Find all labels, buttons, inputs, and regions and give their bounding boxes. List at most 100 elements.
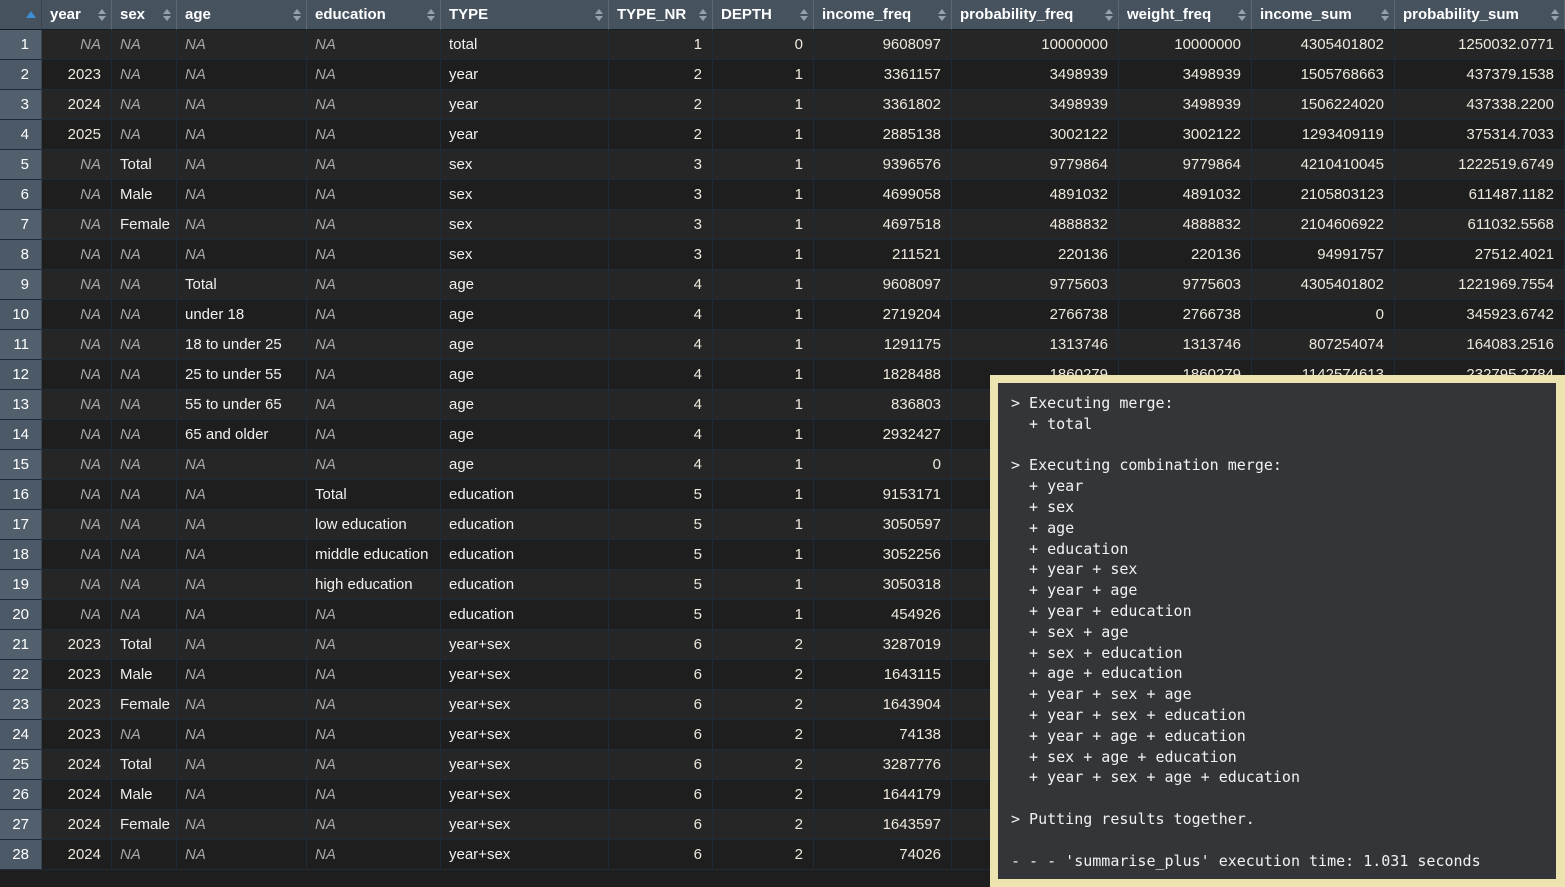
cell-value: 0 (795, 36, 803, 53)
cell-probability_sum: 375314.7033 (1395, 120, 1565, 150)
cell-income_sum: 4305401802 (1252, 30, 1395, 60)
table-header-row: yearsexageeducationTYPETYPE_NRDEPTHincom… (0, 0, 1565, 30)
table-row[interactable]: 22023NANANAyear2133611573498939349893915… (0, 60, 1565, 90)
console-output-panel[interactable]: > Executing merge: + total > Executing c… (990, 375, 1565, 887)
column-header-probability_freq[interactable]: probability_freq (952, 0, 1119, 30)
cell-DEPTH: 1 (713, 390, 814, 420)
na-value: NA (120, 516, 141, 533)
table-row[interactable]: 32024NANANAyear2133618023498939349893915… (0, 90, 1565, 120)
cell-weight_freq: 220136 (1119, 240, 1252, 270)
column-header-TYPE[interactable]: TYPE (441, 0, 609, 30)
cell-value: 9775603 (1183, 276, 1241, 293)
na-value: NA (80, 216, 101, 233)
cell-year: NA (42, 420, 112, 450)
row-number: 6 (0, 180, 42, 210)
cell-value: 611487.1182 (1469, 186, 1554, 203)
na-value: NA (80, 456, 101, 473)
cell-age: 25 to under 55 (177, 360, 307, 390)
column-header-label: income_sum (1260, 6, 1352, 23)
cell-value: 4888832 (1050, 216, 1108, 233)
table-row[interactable]: 8NANANANAsex3121152122013622013694991757… (0, 240, 1565, 270)
na-value: NA (315, 696, 336, 713)
cell-value: 2 (795, 696, 803, 713)
cell-TYPE: year (441, 120, 609, 150)
sort-icon (595, 9, 603, 21)
table-row[interactable]: 6NAMaleNANAsex31469905848910324891032210… (0, 180, 1565, 210)
cell-value: 4 (694, 336, 702, 353)
cell-sex: Female (112, 810, 177, 840)
cell-probability_freq: 9775603 (952, 270, 1119, 300)
cell-value: 6 (694, 756, 702, 773)
table-row[interactable]: 10NANAunder 18NAage412719204276673827667… (0, 300, 1565, 330)
cell-value: 2 (795, 756, 803, 773)
cell-income_freq: 3361157 (814, 60, 952, 90)
cell-value: year (449, 126, 478, 143)
column-header-DEPTH[interactable]: DEPTH (713, 0, 814, 30)
cell-value: 1 (795, 306, 803, 323)
cell-age: NA (177, 450, 307, 480)
row-number: 24 (0, 720, 42, 750)
cell-value: 27512.4021 (1475, 246, 1554, 263)
cell-DEPTH: 2 (713, 810, 814, 840)
row-number: 4 (0, 120, 42, 150)
cell-sex: NA (112, 600, 177, 630)
cell-education: NA (307, 210, 441, 240)
cell-probability_sum: 27512.4021 (1395, 240, 1565, 270)
column-header-income_freq[interactable]: income_freq (814, 0, 952, 30)
cell-value: 2719204 (883, 306, 941, 323)
cell-sex: Total (112, 750, 177, 780)
cell-value: 5 (694, 606, 702, 623)
column-header-weight_freq[interactable]: weight_freq (1119, 0, 1252, 30)
column-header-income_sum[interactable]: income_sum (1252, 0, 1395, 30)
cell-value: 0 (1376, 306, 1384, 323)
table-row[interactable]: 9NANATotalNAage4196080979775603977560343… (0, 270, 1565, 300)
cell-education: NA (307, 450, 441, 480)
cell-DEPTH: 2 (713, 690, 814, 720)
cell-TYPE: year+sex (441, 840, 609, 870)
column-header-education[interactable]: education (307, 0, 441, 30)
cell-value: year+sex (449, 846, 510, 863)
na-value: NA (120, 456, 141, 473)
column-header-year[interactable]: year (42, 0, 112, 30)
cell-age: 65 and older (177, 420, 307, 450)
cell-age: Total (177, 270, 307, 300)
column-header-TYPE_NR[interactable]: TYPE_NR (609, 0, 713, 30)
table-row[interactable]: 5NATotalNANAsex3193965769779864977986442… (0, 150, 1565, 180)
row-number: 13 (0, 390, 42, 420)
cell-year: NA (42, 300, 112, 330)
table-row[interactable]: 42025NANANAyear2128851383002122300212212… (0, 120, 1565, 150)
table-row[interactable]: 7NAFemaleNANAsex314697518488883248888322… (0, 210, 1565, 240)
cell-value: 345923.6742 (1466, 306, 1554, 323)
cell-value: 9153171 (883, 486, 941, 503)
cell-income_sum: 4305401802 (1252, 270, 1395, 300)
column-header-age[interactable]: age (177, 0, 307, 30)
cell-value: 6 (694, 786, 702, 803)
cell-value: 2766738 (1050, 306, 1108, 323)
cell-value: 836803 (891, 396, 941, 413)
table-row[interactable]: 1NANANANAtotal10960809710000000100000004… (0, 30, 1565, 60)
na-value: NA (315, 606, 336, 623)
cell-DEPTH: 1 (713, 420, 814, 450)
cell-probability_sum: 1222519.6749 (1395, 150, 1565, 180)
cell-age: NA (177, 750, 307, 780)
cell-TYPE_NR: 4 (609, 360, 713, 390)
na-value: NA (80, 336, 101, 353)
na-value: NA (80, 546, 101, 563)
na-value: NA (185, 576, 206, 593)
cell-year: 2024 (42, 840, 112, 870)
cell-value: 3 (694, 156, 702, 173)
cell-value: 3 (694, 186, 702, 203)
column-header-probability_sum[interactable]: probability_sum (1395, 0, 1565, 30)
row-index-column-header[interactable] (0, 0, 42, 30)
cell-value: 74026 (899, 846, 941, 863)
cell-value: 1506224020 (1301, 96, 1384, 113)
console-text: > Executing merge: + total > Executing c… (1011, 393, 1550, 871)
cell-income_sum: 0 (1252, 300, 1395, 330)
na-value: NA (120, 606, 141, 623)
column-header-sex[interactable]: sex (112, 0, 177, 30)
column-header-label: TYPE (449, 6, 488, 23)
table-row[interactable]: 11NANA18 to under 25NAage411291175131374… (0, 330, 1565, 360)
cell-value: 1505768663 (1301, 66, 1384, 83)
row-number: 26 (0, 780, 42, 810)
na-value: NA (315, 66, 336, 83)
